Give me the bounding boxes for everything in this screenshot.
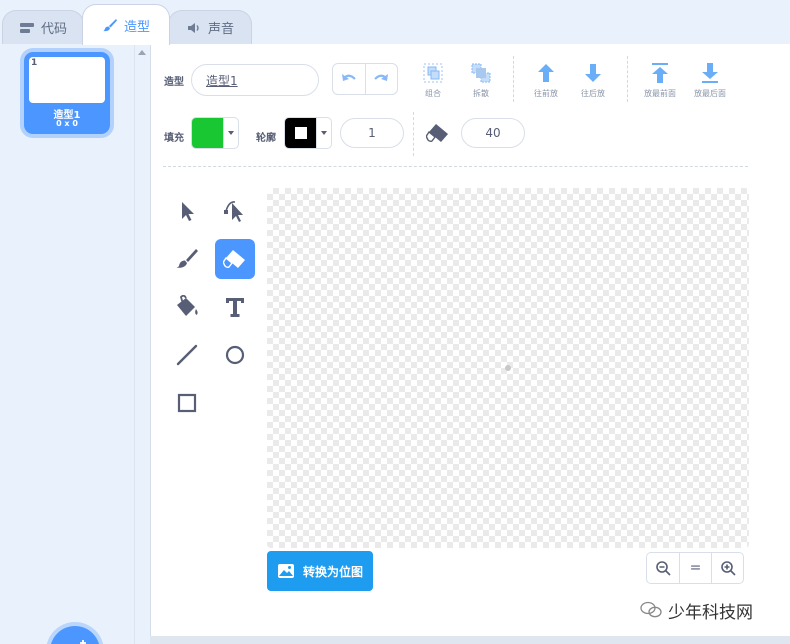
brush-icon: [102, 19, 117, 32]
select-tool[interactable]: [167, 191, 207, 231]
line-tool[interactable]: [167, 335, 207, 375]
canvas-center-marker: [505, 365, 511, 371]
outline-color-swatch: [285, 118, 317, 148]
undo-icon: [341, 74, 356, 81]
fill-color-swatch: [192, 118, 224, 148]
toolbar-separator: [163, 166, 748, 167]
brush-tool[interactable]: [167, 239, 207, 279]
zoom-out-icon: [656, 561, 671, 576]
toolbar-divider: [627, 56, 628, 102]
speaker-icon: [187, 22, 199, 33]
wechat-icon: [640, 601, 662, 618]
tab-sound[interactable]: 声音: [168, 10, 252, 44]
to-front-button[interactable]: 放最前面: [638, 62, 682, 102]
outline-label: 轮廓: [256, 133, 276, 144]
scroll-up-arrow-icon[interactable]: [138, 50, 146, 55]
text-icon: [226, 298, 244, 317]
fill-color-picker[interactable]: [191, 117, 239, 149]
drawing-canvas[interactable]: [267, 188, 749, 548]
backward-label: 往后放: [581, 89, 605, 98]
zoom-in-button[interactable]: [711, 553, 743, 583]
ungroup-label: 拆散: [473, 89, 489, 98]
add-costume-icon: [80, 640, 86, 644]
zoom-out-button[interactable]: [647, 553, 679, 583]
costume-list: 1 造型1 0 x 0: [0, 44, 134, 644]
toolbar-divider: [513, 56, 514, 102]
paint-editor: 造型 造型1 组合 拆散 往前放 往后放 放最前面 放最后面 填充 轮廓 1 4…: [150, 44, 790, 644]
reshape-icon: [224, 201, 243, 222]
redo-icon: [374, 74, 389, 81]
tab-sound-label: 声音: [207, 22, 234, 37]
undo-redo-group: [332, 63, 398, 95]
costume-item[interactable]: 1 造型1 0 x 0: [24, 52, 110, 134]
editor-tabs: 代码 造型 声音: [0, 0, 790, 45]
backward-button[interactable]: 往后放: [571, 62, 615, 102]
costume-index: 1: [31, 58, 38, 68]
costume-list-scrollbar[interactable]: [134, 44, 150, 644]
costume-thumbnail: [29, 57, 105, 103]
to-back-button[interactable]: 放最后面: [688, 62, 732, 102]
watermark-text: 少年科技网: [668, 602, 753, 623]
forward-icon: [538, 64, 554, 82]
circle-tool[interactable]: [215, 335, 255, 375]
eraser-icon: [223, 250, 245, 269]
tab-costume-label: 造型: [123, 19, 150, 35]
forward-label: 往前放: [534, 89, 558, 98]
convert-label: 转换为位图: [303, 564, 364, 579]
costume-name-label: 造型: [164, 77, 184, 88]
rectangle-tool[interactable]: [167, 383, 207, 423]
costume-name-input[interactable]: 造型1: [191, 64, 319, 96]
ungroup-button[interactable]: 拆散: [459, 62, 503, 102]
to-back-icon: [702, 63, 718, 83]
image-icon: [278, 564, 294, 578]
costume-size: 0 x 0: [56, 119, 78, 128]
outline-width-input[interactable]: 1: [340, 118, 404, 148]
tab-costume[interactable]: 造型: [82, 4, 170, 45]
select-icon: [182, 202, 194, 221]
group-button[interactable]: 组合: [411, 62, 455, 102]
fill-label: 填充: [164, 133, 184, 144]
redo-button[interactable]: [364, 64, 397, 94]
eraser-size-input[interactable]: 40: [461, 118, 525, 148]
chevron-down-icon: [223, 118, 238, 148]
backward-icon: [585, 64, 601, 82]
chevron-down-icon: [316, 118, 331, 148]
code-icon: [19, 22, 34, 33]
style-divider: [413, 112, 414, 156]
circle-icon: [225, 345, 245, 365]
eraser-size-icon: [425, 122, 450, 148]
to-front-label: 放最前面: [644, 89, 676, 98]
add-costume-button[interactable]: [50, 626, 100, 644]
to-front-icon: [652, 63, 668, 83]
convert-to-bitmap-button[interactable]: 转换为位图: [267, 551, 373, 591]
rectangle-icon: [177, 393, 197, 413]
group-label: 组合: [425, 89, 441, 98]
undo-button[interactable]: [333, 64, 365, 94]
group-icon: [423, 63, 443, 83]
outline-color-picker[interactable]: [284, 117, 332, 149]
zoom-reset-button[interactable]: =: [679, 553, 711, 583]
fill-icon: [177, 295, 198, 316]
to-back-label: 放最后面: [694, 89, 726, 98]
brush-icon: [176, 249, 198, 268]
zoom-in-icon: [720, 561, 736, 576]
watermark: 少年科技网: [640, 597, 753, 623]
ungroup-icon: [471, 63, 491, 83]
line-icon: [176, 344, 198, 366]
eraser-tool[interactable]: [215, 239, 255, 279]
zoom-controls: =: [646, 552, 744, 584]
fill-tool[interactable]: [167, 287, 207, 327]
forward-button[interactable]: 往前放: [524, 62, 568, 102]
reshape-tool[interactable]: [215, 191, 255, 231]
bottom-strip: [150, 636, 790, 644]
tab-code[interactable]: 代码: [2, 10, 84, 44]
text-tool[interactable]: [215, 287, 255, 327]
tab-code-label: 代码: [40, 22, 67, 37]
